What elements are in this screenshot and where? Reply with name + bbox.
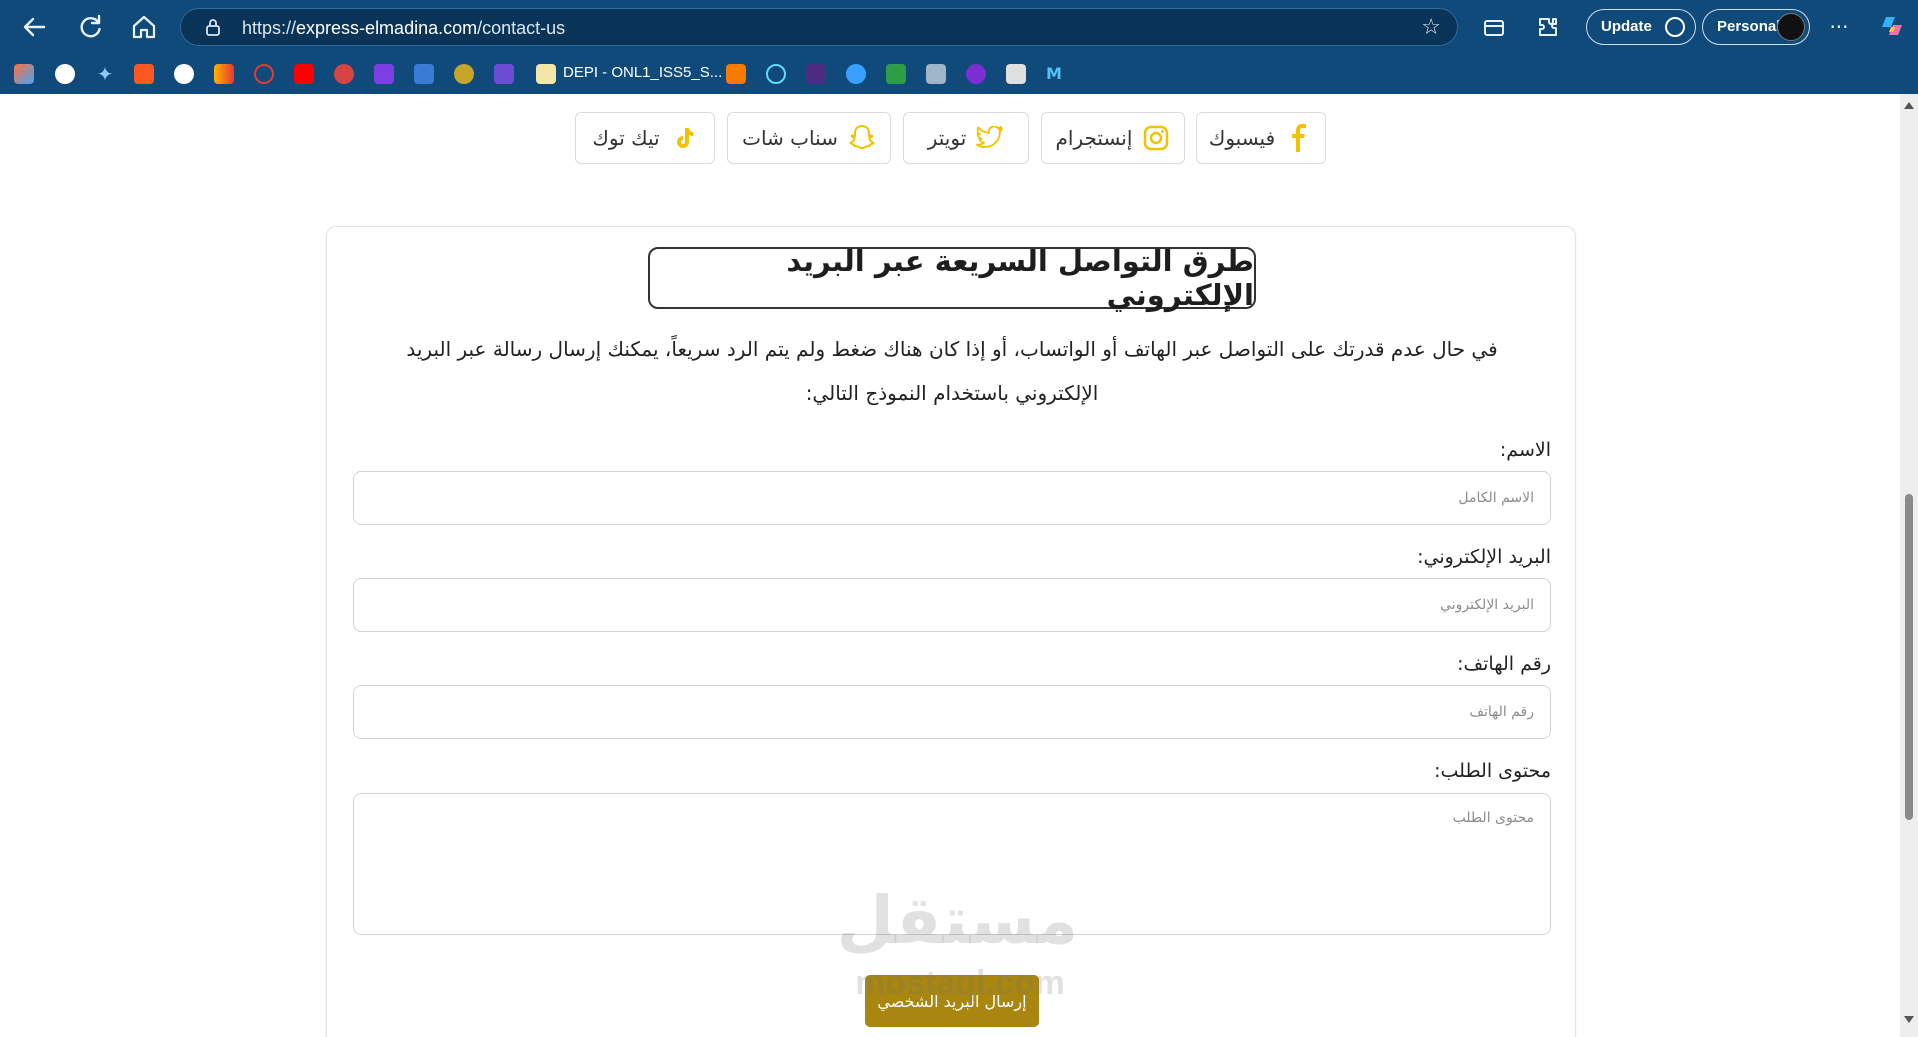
bookmark-icon[interactable] <box>454 64 474 84</box>
snapchat-label: سناب شات <box>742 126 838 150</box>
bookmark-icon[interactable] <box>134 64 154 84</box>
lock-icon[interactable] <box>203 17 223 37</box>
content-label: محتوى الطلب: <box>1434 760 1551 782</box>
refresh-icon[interactable] <box>74 11 106 43</box>
github-icon[interactable] <box>174 64 194 84</box>
instagram-label: إنستجرام <box>1055 126 1133 150</box>
bookmark-icon[interactable] <box>14 64 34 84</box>
profile-label: Personal <box>1717 18 1781 35</box>
scrollbar-thumb[interactable] <box>1905 494 1913 820</box>
bookmark-icon[interactable] <box>926 64 946 84</box>
avatar <box>1777 13 1805 41</box>
bookmark-icon[interactable]: M <box>1046 64 1066 84</box>
instagram-icon <box>1142 124 1170 152</box>
scroll-down-arrow-icon[interactable] <box>1904 1016 1914 1023</box>
update-label: Update <box>1601 18 1652 35</box>
react-icon[interactable] <box>766 64 786 84</box>
profile-button[interactable]: Personal <box>1702 9 1810 45</box>
phone-input[interactable] <box>353 685 1551 739</box>
twitter-label: تويتر <box>927 126 967 150</box>
phone-label: رقم الهاتف: <box>1457 653 1551 675</box>
browser-toolbar: https://express-elmadina.com/contact-us … <box>0 0 1918 54</box>
name-label: الاسم: <box>1499 439 1551 461</box>
tiktok-button[interactable]: تيك توك <box>575 112 715 164</box>
facebook-icon <box>1285 124 1313 152</box>
home-icon[interactable] <box>128 11 160 43</box>
back-icon[interactable] <box>18 11 50 43</box>
bookmark-icon[interactable] <box>806 64 826 84</box>
bookmark-sparkle-icon[interactable]: ✦ <box>95 64 115 84</box>
url-path: /contact-us <box>477 18 566 38</box>
contact-form-card: طرق التواصل السريعة عبر البريد الإلكترون… <box>326 226 1576 1037</box>
document-icon[interactable] <box>536 64 556 84</box>
favorite-star-icon[interactable]: ☆ <box>1421 15 1441 40</box>
scroll-up-arrow-icon[interactable] <box>1904 102 1914 109</box>
facebook-label: فيسبوك <box>1208 126 1276 150</box>
instagram-button[interactable]: إنستجرام <box>1041 112 1185 164</box>
form-title-box: طرق التواصل السريعة عبر البريد الإلكترون… <box>648 244 1256 312</box>
bookmark-depi[interactable]: DEPI - ONL1_ISS5_S... <box>563 64 722 81</box>
form-title: طرق التواصل السريعة عبر البريد الإلكترون… <box>786 244 1254 312</box>
form-intro: في حال عدم قدرتك على التواصل عبر الهاتف … <box>406 337 1498 405</box>
facebook-button[interactable]: فيسبوك <box>1196 112 1326 164</box>
bookmark-icon[interactable] <box>55 64 75 84</box>
update-badge-icon <box>1665 17 1685 37</box>
url-scheme: https:// <box>242 18 297 38</box>
twitter-button[interactable]: تويتر <box>903 112 1029 164</box>
name-input[interactable] <box>353 471 1551 525</box>
browser-chrome: https://express-elmadina.com/contact-us … <box>0 0 1918 94</box>
tiktok-icon <box>670 124 698 152</box>
vertical-scrollbar[interactable] <box>1900 94 1918 1037</box>
bookmark-icon[interactable] <box>254 64 274 84</box>
tiktok-label: تيك توك <box>592 126 660 150</box>
bookmark-icon[interactable] <box>414 64 434 84</box>
bookmark-icon[interactable] <box>886 64 906 84</box>
update-button[interactable]: Update <box>1586 9 1696 45</box>
bookmark-icon[interactable] <box>966 64 986 84</box>
snapchat-icon <box>848 124 876 152</box>
bookmark-chart-icon[interactable] <box>214 64 234 84</box>
bookmark-icon[interactable] <box>726 64 746 84</box>
more-menu-icon[interactable]: ··· <box>1823 11 1855 43</box>
snapchat-button[interactable]: سناب شات <box>727 112 891 164</box>
bookmark-icon[interactable] <box>1006 64 1026 84</box>
tab-actions-icon[interactable] <box>1478 11 1510 43</box>
content-textarea[interactable] <box>353 793 1551 935</box>
page-content: فيسبوك إنستجرام تويتر سناب شات تيك توك ط… <box>0 94 1900 1037</box>
bookmarks-bar: ✦ DEPI - ONL1_ISS5_S... M <box>0 56 1918 92</box>
extensions-icon[interactable] <box>1532 11 1564 43</box>
email-input[interactable] <box>353 578 1551 632</box>
bookmark-icon[interactable] <box>334 64 354 84</box>
copilot-icon[interactable] <box>1876 11 1908 43</box>
submit-button[interactable]: إرسال البريد الشخصي <box>865 975 1039 1027</box>
email-label: البريد الإلكتروني: <box>1417 546 1551 568</box>
bookmark-icon[interactable] <box>494 64 514 84</box>
youtube-icon[interactable] <box>294 64 314 84</box>
twitter-icon <box>976 124 1004 152</box>
bootstrap-icon[interactable] <box>374 64 394 84</box>
url-text[interactable]: https://express-elmadina.com/contact-us <box>242 18 565 39</box>
url-host: express-elmadina.com <box>296 18 478 38</box>
bookmark-icon[interactable] <box>846 64 866 84</box>
address-bar[interactable]: https://express-elmadina.com/contact-us … <box>180 8 1458 46</box>
